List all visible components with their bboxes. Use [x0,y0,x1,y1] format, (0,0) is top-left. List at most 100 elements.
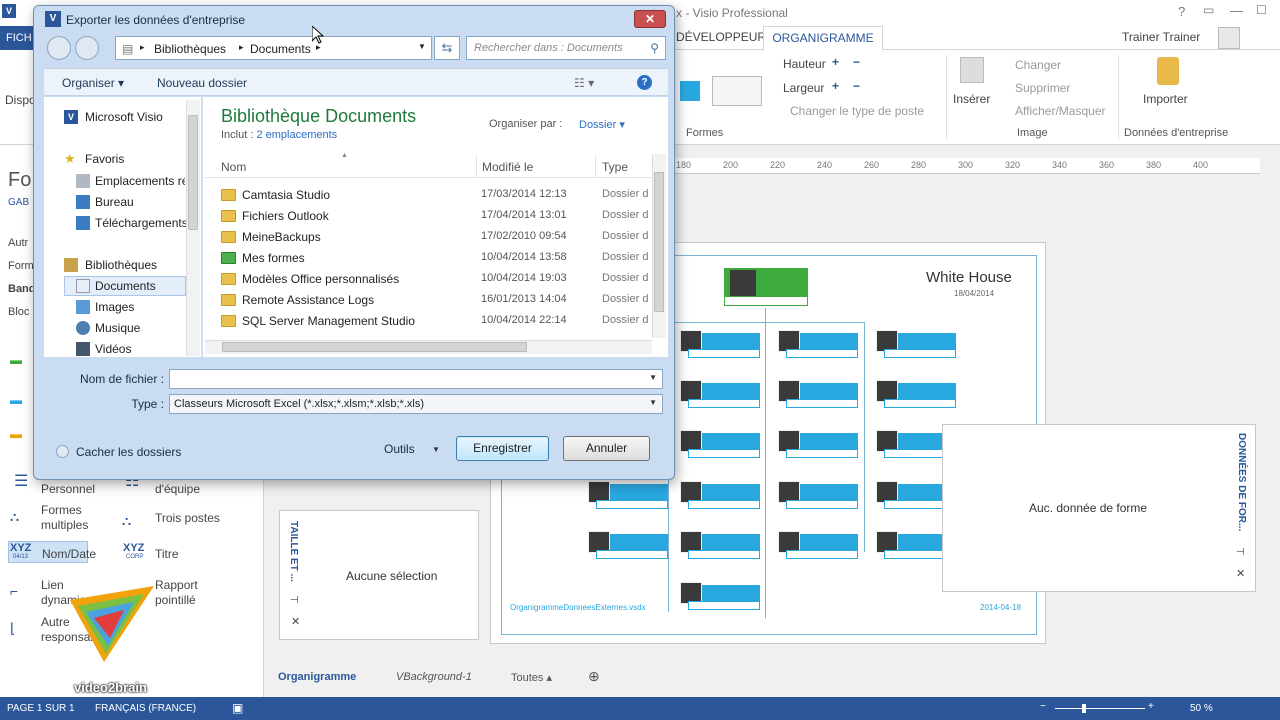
includes-link[interactable]: 2 emplacements [256,129,337,141]
org-shape[interactable] [680,582,760,610]
file-tab[interactable]: FICH [0,26,34,50]
stencil-item-active[interactable]: Band [8,283,36,295]
hide-folders-button[interactable]: Cacher les dossiers [76,445,181,459]
inserer-button[interactable]: Insérer [953,92,990,106]
zoom-in-icon[interactable]: + [1148,701,1154,712]
file-row[interactable]: Modèles Office personnalisés 10/04/2014 1… [221,270,651,291]
drawing-footer-filename[interactable]: OrganigrammeDonneesExternes.vsdx [510,603,646,612]
zoom-slider[interactable] [1055,708,1145,709]
tab-organigramme[interactable]: ORGANIGRAMME [763,26,883,51]
org-shape[interactable] [876,330,956,358]
zoom-out-icon[interactable]: − [1040,701,1046,712]
supprimer-button[interactable]: Supprimer [1015,81,1070,95]
column-type[interactable]: Type [602,160,628,174]
org-shape[interactable] [588,531,668,559]
ribbon-dispo-stub[interactable]: Dispo [5,93,36,107]
tab-organigramme-page[interactable]: Organigramme [278,671,356,683]
org-shape[interactable] [680,380,760,408]
breadcrumb-documents[interactable]: Documents [250,42,311,56]
shape-data-panel-title[interactable]: DONNÉES DE FOR... [1236,433,1247,531]
dialog-close-button[interactable]: ✕ [634,10,666,28]
stencil-equipe[interactable]: d'équipe [155,482,200,496]
filename-dropdown-icon[interactable]: ▼ [649,373,657,382]
zoom-slider-thumb[interactable] [1082,704,1086,713]
file-list-vscroll-thumb[interactable] [654,172,664,312]
org-shape[interactable] [778,430,858,458]
hauteur-minus-icon[interactable]: − [853,55,860,69]
zoom-level[interactable]: 50 % [1190,703,1213,714]
org-shape-ceo[interactable] [724,268,808,308]
shape-style-1[interactable] [680,81,700,101]
org-date[interactable]: 18/04/2014 [954,289,994,298]
pin-icon[interactable]: ⊣ [1236,547,1245,558]
shape-style-2[interactable] [712,76,762,106]
help-icon[interactable]: ? [1178,4,1185,19]
nav-emplacements[interactable]: Emplacements ré [95,174,185,188]
stencil-item[interactable]: Form [8,260,34,272]
cancel-button[interactable]: Annuler [563,436,650,461]
pin-icon[interactable]: ⊣ [290,595,299,606]
org-shape[interactable] [680,430,760,458]
organiser-button[interactable]: Organiser ▾ [62,76,124,90]
breadcrumb-bibliotheques[interactable]: Bibliothèques [154,42,226,56]
org-shape[interactable] [588,481,668,509]
view-options-icon[interactable]: ☷ ▾ [574,76,594,90]
file-row[interactable]: Camtasia Studio 17/03/2014 12:13 Dossier d [221,186,651,207]
save-button[interactable]: Enregistrer [456,436,549,461]
changer-type-poste[interactable]: Changer le type de poste [790,104,924,118]
afficher-masquer-button[interactable]: Afficher/Masquer [1015,104,1106,118]
stencil-trois-postes[interactable]: Trois postes [155,511,220,525]
refresh-icon[interactable]: ⇆ [434,36,460,60]
stencil-shape-icon[interactable]: ▬ [10,353,22,367]
filetype-select[interactable]: Classeurs Microsoft Excel (*.xlsx;*.xlsm… [169,394,663,414]
tab-developpeur[interactable]: DÉVELOPPEUR [676,30,766,44]
nav-musique[interactable]: Musique [95,321,140,335]
org-shape[interactable] [876,380,956,408]
nav-videos[interactable]: Vidéos [95,342,131,356]
org-shape[interactable] [680,481,760,509]
nav-telechargements[interactable]: Téléchargements [95,216,187,230]
tab-vbackground[interactable]: VBackground-1 [396,671,472,683]
stencil-nomdate[interactable]: Nom/Date [42,547,96,561]
org-title[interactable]: White House [926,269,1012,286]
file-row[interactable]: Remote Assistance Logs 16/01/2013 14:04 Do… [221,291,651,312]
status-page[interactable]: PAGE 1 SUR 1 [7,703,75,714]
org-shape[interactable] [778,380,858,408]
changer-button[interactable]: Changer [1015,58,1061,72]
close-icon[interactable]: ✕ [291,615,300,628]
importer-button[interactable]: Importer [1143,92,1188,106]
nav-images[interactable]: Images [95,300,134,314]
filename-input[interactable]: ▼ [169,369,663,389]
largeur-minus-icon[interactable]: − [853,79,860,93]
file-list-hscroll-thumb[interactable] [222,342,527,352]
forward-button[interactable] [75,36,99,60]
macro-icon[interactable]: ▣ [232,701,243,715]
status-language[interactable]: FRANÇAIS (FRANCE) [95,703,196,714]
help-icon[interactable]: ? [637,75,652,90]
org-shape[interactable] [680,531,760,559]
stencil-item[interactable]: Bloc [8,306,29,318]
stencil-personnel[interactable]: Personnel [41,482,95,496]
stencil-shape-icon[interactable]: ▬ [10,393,22,407]
nav-bureau[interactable]: Bureau [95,195,134,209]
column-name[interactable]: Nom [221,160,246,174]
add-page-icon[interactable]: ⊕ [588,668,600,685]
search-icon[interactable]: ⚲ [650,41,659,55]
stencil-rapport-pointille[interactable]: Rapport pointillé [155,578,225,608]
user-avatar[interactable] [1218,27,1240,49]
largeur-plus-icon[interactable]: + [832,79,839,93]
minimize-icon[interactable]: — [1230,3,1243,18]
nav-bibliotheques[interactable]: Bibliothèques [85,258,157,272]
stencil-shape-icon[interactable]: ▬ [10,427,22,441]
search-input[interactable]: Rechercher dans : Documents ⚲ [466,36,666,60]
nav-microsoft-visio[interactable]: Microsoft Visio [85,110,163,124]
new-folder-button[interactable]: Nouveau dossier [157,76,247,90]
column-divider[interactable] [595,156,596,178]
arrange-by-dropdown[interactable]: Dossier ▾ [579,118,625,131]
address-bar[interactable]: ▤ ▸ Bibliothèques ▸ Documents ▸ ▼ [115,36,432,60]
inserer-image-icon[interactable] [960,57,984,83]
org-shape[interactable] [680,330,760,358]
file-row[interactable]: Mes formes 10/04/2014 13:58 Dossier d [221,249,651,270]
stencil-titre[interactable]: Titre [155,547,179,561]
file-row[interactable]: Fichiers Outlook 17/04/2014 13:01 Dossier … [221,207,651,228]
